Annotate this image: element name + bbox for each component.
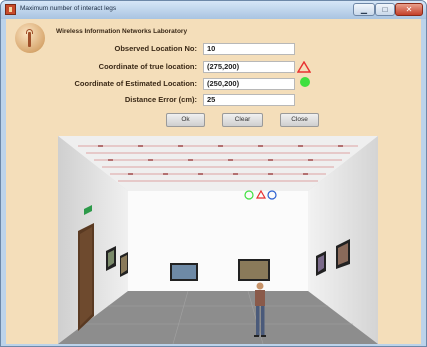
app-icon <box>5 4 16 15</box>
circle-icon <box>300 77 310 87</box>
room-3d-view[interactable] <box>58 136 378 344</box>
maximize-button[interactable]: □ <box>375 3 395 16</box>
lab-name: Wireless Information Networks Laboratory <box>56 28 188 35</box>
minimize-button[interactable]: ▁ <box>353 3 375 16</box>
triangle-icon <box>297 61 311 73</box>
title-bar[interactable]: Maximum number of interact legs ▁ □ ✕ <box>1 1 426 19</box>
back-wall <box>128 191 308 291</box>
application-window: Maximum number of interact legs ▁ □ ✕ Wi… <box>0 0 427 347</box>
close-window-button[interactable]: ✕ <box>395 3 423 16</box>
observed-location-label: Observed Location No: <box>114 44 197 53</box>
distance-error-field[interactable]: 25 <box>203 94 295 106</box>
distance-error-label: Distance Error (cm): <box>124 95 197 104</box>
antenna-logo-icon <box>15 23 45 53</box>
clear-button[interactable]: Clear <box>222 113 263 127</box>
window-title: Maximum number of interact legs <box>20 5 117 12</box>
estimated-location-field[interactable]: (250,200) <box>203 78 295 90</box>
ok-button[interactable]: Ok <box>166 113 205 127</box>
client-area: Wireless Information Networks Laboratory… <box>6 19 421 344</box>
estimated-location-label: Coordinate of Estimated Location: <box>74 79 197 88</box>
true-location-label: Coordinate of true location: <box>98 62 197 71</box>
true-location-field[interactable]: (275,200) <box>203 61 295 73</box>
observed-location-field[interactable]: 10 <box>203 43 295 55</box>
close-button[interactable]: Close <box>280 113 319 127</box>
